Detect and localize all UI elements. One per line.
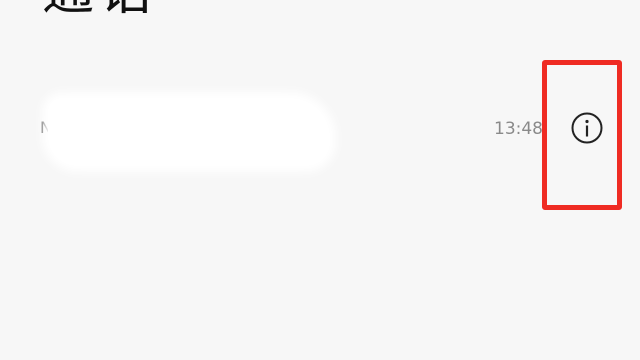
call-time: 13:48: [494, 119, 543, 139]
call-log-screen: 通话 N 13:48: [0, 0, 640, 360]
info-icon: [571, 112, 603, 144]
page-title: 通话: [42, 0, 158, 18]
redaction-mark: [48, 98, 330, 166]
info-button[interactable]: [570, 111, 604, 145]
call-log-item[interactable]: N 13:48: [0, 92, 640, 168]
